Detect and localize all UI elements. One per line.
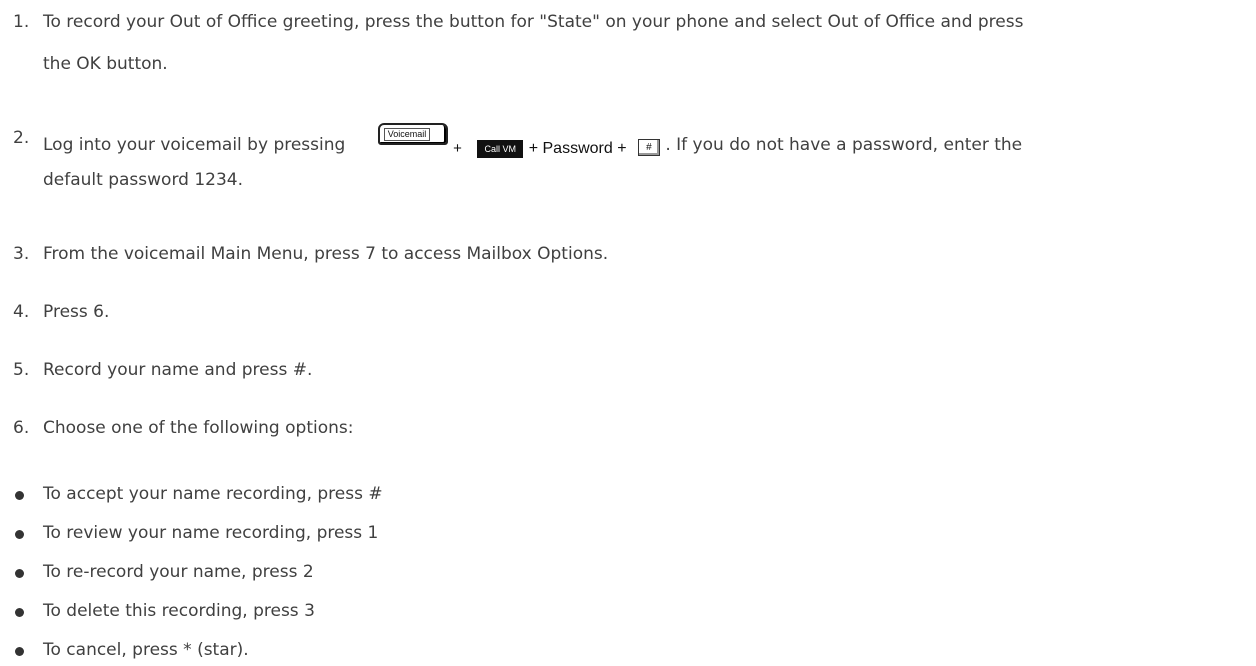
option-text: To cancel, press * (star).	[43, 640, 249, 660]
step-number: 3.	[13, 244, 30, 264]
bullet-icon	[15, 530, 24, 539]
step-text: To record your Out of Office greeting, p…	[43, 12, 1024, 32]
call-vm-softkey-icon: Call VM	[477, 140, 524, 158]
option-text: To accept your name recording, press #	[43, 484, 383, 504]
step-text: Record your name and press #.	[43, 360, 313, 380]
voicemail-key-label: Voicemail	[383, 128, 431, 141]
step-text: From the voicemail Main Menu, press 7 to…	[43, 244, 609, 264]
step-number: 6.	[13, 418, 30, 438]
step-text-continued: the OK button.	[43, 54, 168, 74]
bullet-icon	[15, 647, 24, 656]
option-text: To re-record your name, press 2	[43, 562, 314, 582]
bullet-icon	[15, 569, 24, 578]
step-text-continued: default password 1234.	[43, 170, 243, 190]
step-text: Press 6.	[43, 302, 110, 322]
step-number: 2.	[13, 128, 30, 148]
step-text-after: . If you do not have a password, enter t…	[665, 135, 1023, 155]
bullet-icon	[15, 491, 24, 500]
step-text: Choose one of the following options:	[43, 418, 354, 438]
option-text: To review your name recording, press 1	[43, 523, 379, 543]
step-number: 4.	[13, 302, 30, 322]
hash-key-icon: #	[637, 139, 660, 156]
option-text: To delete this recording, press 3	[43, 601, 315, 621]
password-text: + Password +	[528, 140, 627, 157]
step-number: 1.	[13, 12, 30, 32]
step-text: Log into your voicemail by pressing Voic…	[43, 123, 1023, 158]
step-number: 5.	[13, 360, 30, 380]
step-text-before: Log into your voicemail by pressing	[43, 135, 346, 155]
bullet-icon	[15, 608, 24, 617]
plus-sign: +	[453, 140, 462, 157]
instructions-content: 1. To record your Out of Office greeting…	[0, 0, 1256, 666]
voicemail-key-icon: Voicemail	[377, 123, 448, 145]
